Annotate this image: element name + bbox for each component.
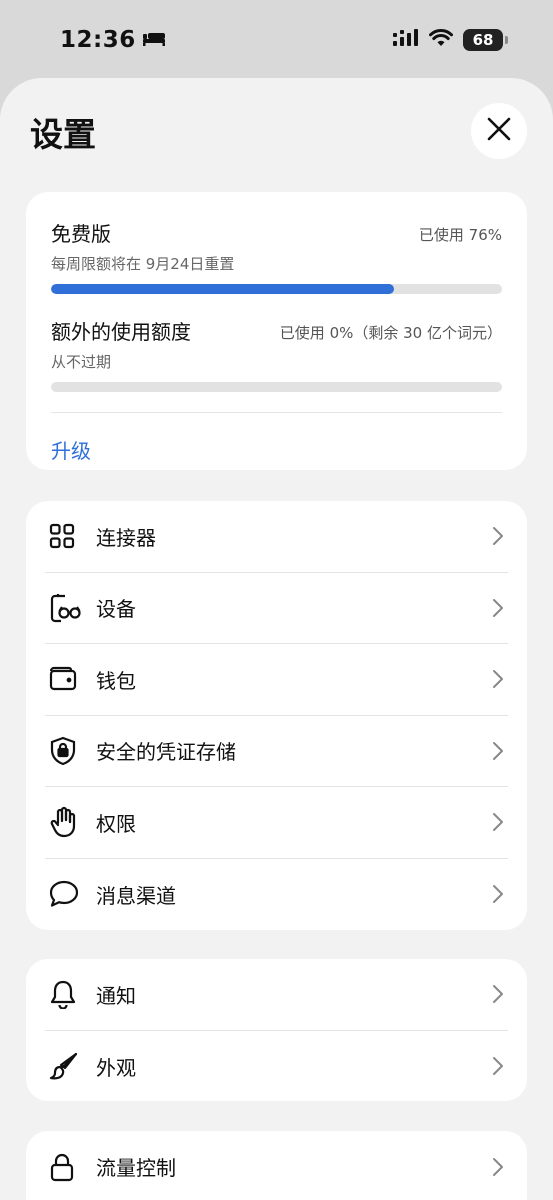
status-bar: 12:36 68 bbox=[0, 0, 553, 80]
plan-progress-bar bbox=[51, 284, 502, 294]
extra-used-text: 已使用 0%（剩余 30 亿个词元） bbox=[279, 324, 502, 342]
chevron-right-icon bbox=[488, 1056, 508, 1076]
chevron-right-icon bbox=[488, 669, 508, 689]
chevron-right-icon bbox=[488, 1157, 508, 1177]
lock-icon bbox=[49, 1147, 89, 1187]
extra-usage-sub: 从不过期 bbox=[51, 353, 112, 371]
menu-item-label: 安全的凭证存储 bbox=[96, 740, 236, 765]
extra-usage-row: 额外的使用额度 从不过期 已使用 0%（剩余 30 亿个词元） bbox=[51, 316, 502, 372]
shield-lock-icon bbox=[49, 731, 89, 771]
menu-item-label: 钱包 bbox=[96, 668, 136, 693]
plan-usage-row: 免费版 每周限额将在 9月24日重置 已使用 76% bbox=[51, 218, 502, 274]
status-indicators: 68 bbox=[393, 29, 508, 51]
paintbrush-icon bbox=[49, 1046, 89, 1086]
extra-progress-bar bbox=[51, 382, 502, 392]
menu-item-label: 外观 bbox=[96, 1055, 136, 1080]
menu-item-label: 流量控制 bbox=[96, 1156, 176, 1181]
bell-icon bbox=[49, 974, 89, 1014]
menu-item-label: 权限 bbox=[96, 811, 136, 836]
menu-item-label: 通知 bbox=[96, 983, 136, 1008]
chevron-right-icon bbox=[488, 598, 508, 618]
menu-item-devices[interactable]: 设备 bbox=[45, 573, 508, 644]
usage-card: 免费版 每周限额将在 9月24日重置 已使用 76% 额外的使用额度 从不过期 … bbox=[26, 192, 527, 470]
settings-sheet: 设置 免费版 每周限额将在 9月24日重置 已使用 76% 额外的使用额度 从不… bbox=[0, 78, 553, 1200]
settings-group-display: 通知 外观 bbox=[26, 959, 527, 1101]
battery-icon: 68 bbox=[463, 29, 508, 51]
grid-icon bbox=[49, 516, 89, 556]
chevron-right-icon bbox=[488, 984, 508, 1004]
chevron-right-icon bbox=[488, 741, 508, 761]
status-time: 12:36 bbox=[60, 27, 166, 53]
wallet-icon bbox=[49, 659, 89, 699]
menu-item-notifications[interactable]: 通知 bbox=[45, 959, 508, 1031]
settings-group-main: 连接器 设备 钱包 安全的凭证存储 权限 消息渠道 bbox=[26, 501, 527, 930]
plan-used-text: 已使用 76% bbox=[418, 226, 502, 244]
chevron-right-icon bbox=[488, 526, 508, 546]
menu-item-traffic-control[interactable]: 流量控制 bbox=[45, 1131, 508, 1200]
status-time-text: 12:36 bbox=[60, 27, 136, 53]
bed-icon bbox=[142, 27, 166, 53]
plan-name: 免费版 bbox=[51, 222, 111, 246]
menu-item-label: 设备 bbox=[96, 597, 136, 622]
page-title: 设置 bbox=[30, 115, 96, 154]
menu-item-permissions[interactable]: 权限 bbox=[45, 787, 508, 859]
menu-item-label: 消息渠道 bbox=[96, 883, 176, 908]
plan-progress-fill bbox=[51, 284, 394, 294]
menu-item-secure-credentials[interactable]: 安全的凭证存储 bbox=[45, 716, 508, 787]
menu-item-message-channels[interactable]: 消息渠道 bbox=[45, 859, 508, 931]
close-button[interactable] bbox=[471, 103, 527, 159]
chat-bubble-icon bbox=[49, 874, 89, 914]
close-icon bbox=[486, 116, 512, 146]
upgrade-link[interactable]: 升级 bbox=[51, 435, 91, 464]
chevron-right-icon bbox=[488, 884, 508, 904]
plan-reset-text: 每周限额将在 9月24日重置 bbox=[51, 255, 235, 273]
battery-level: 68 bbox=[472, 31, 494, 49]
menu-item-label: 连接器 bbox=[96, 525, 156, 550]
extra-usage-title: 额外的使用额度 bbox=[51, 320, 191, 344]
divider bbox=[51, 412, 502, 413]
wifi-icon bbox=[429, 29, 453, 51]
menu-item-appearance[interactable]: 外观 bbox=[45, 1031, 508, 1103]
cellular-signal-icon bbox=[393, 29, 419, 51]
settings-group-traffic: 流量控制 bbox=[26, 1131, 527, 1200]
device-icon bbox=[49, 588, 89, 628]
chevron-right-icon bbox=[488, 812, 508, 832]
menu-item-wallet[interactable]: 钱包 bbox=[45, 644, 508, 716]
hand-icon bbox=[49, 802, 89, 842]
menu-item-connectors[interactable]: 连接器 bbox=[45, 501, 508, 573]
